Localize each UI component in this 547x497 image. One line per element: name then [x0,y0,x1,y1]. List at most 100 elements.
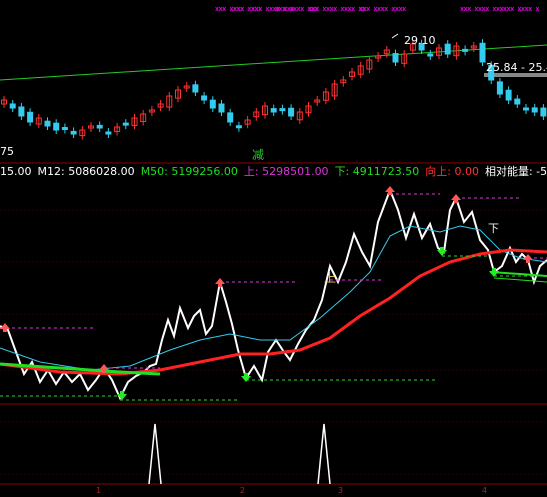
m12-line [0,225,547,371]
signal-marker [215,6,219,12]
signal-marker [293,6,297,12]
indicator-legend: 15.00 M12: 5086028.00 M50: 5199256.00 上: 52… [0,165,547,179]
signal-marker [351,6,356,12]
signal-marker [240,6,245,12]
reduce-signal-label[interactable]: 减 [252,149,264,162]
signal-marker [492,6,497,12]
signal-marker [384,6,389,12]
left-edge-price-label: 75 [0,145,14,158]
signal-marker [229,6,234,12]
signal-marker [322,6,327,12]
signal-marker [340,6,345,12]
upper-annotation: 上 [324,271,337,285]
candlestick [427,53,434,57]
candlestick [53,122,60,131]
signal-marker [503,6,507,12]
chart-canvas[interactable] [0,0,547,492]
legend-lower: 下: 4911723.50 [334,165,420,178]
candlestick [122,122,129,126]
signal-marker [467,6,472,12]
signal-marker [366,6,371,12]
candlestick [523,107,529,111]
candlestick [279,108,286,112]
signal-marker [296,6,301,12]
signal-marker [380,6,385,12]
axis-mark-4: 4 [482,486,488,495]
candlestick [514,98,521,105]
m50-line [0,248,547,376]
trend-line [391,33,399,39]
signal-marker [517,6,522,12]
signal-marker [528,6,533,12]
legend-first: 15.00 [0,165,32,178]
signal-marker [258,6,263,12]
candlestick [288,107,295,117]
candlestick [96,124,103,129]
signal-marker [510,6,515,12]
signal-marker [265,6,270,12]
candlestick [270,108,277,113]
legend-to-upper: 向上: 0.00 [425,165,479,178]
signal-spike [148,423,162,485]
axis-mark-3: 3 [338,486,344,495]
signal-marker [300,6,305,12]
signal-marker [222,6,227,12]
signal-marker [402,6,407,12]
candlestick [209,99,216,109]
candlestick [201,95,208,101]
signal-marker [247,6,252,12]
signal-marker [463,6,468,12]
signal-marker [269,6,273,12]
signal-marker [326,6,330,12]
candlestick [531,107,538,113]
signal-marker [478,6,482,12]
candlestick [18,106,25,117]
signal-marker [233,6,237,12]
range-price-label: 25.84 - 25.4 [486,61,547,74]
bottom-panel [148,423,331,485]
candlestick [444,43,451,55]
signal-marker [398,6,403,12]
indicator-panel [0,186,547,475]
signal-marker [395,6,399,12]
candlestick [392,53,399,63]
signal-marker [485,6,490,12]
candlestick [192,84,199,93]
signal-marker [278,6,283,12]
legend-m12: M12: 5086028.00 [37,165,135,178]
candlestick [61,127,68,131]
signal-marker [251,6,255,12]
axis-mark-2: 2 [240,486,246,495]
legend-m50: M50: 5199256.00 [140,165,238,178]
candlestick [218,103,225,113]
legend-upper: 上: 5298501.00 [243,165,329,178]
signal-marker [524,6,529,12]
up-arrow-marker [385,186,395,195]
signal-marker [460,6,464,12]
signal-marker [506,6,511,12]
signal-marker [499,6,504,12]
band-line [493,277,547,283]
candlestick [9,103,16,109]
chart-window: 29.10 25.84 - 25.4 75 减 15.00 M12: 508602… [0,0,547,495]
signal-marker [481,6,486,12]
signal-marker [347,6,352,12]
candlestick [105,131,112,135]
lower-annotation: 下 [488,222,499,235]
price-panel [0,6,547,485]
candlestick [27,111,34,123]
candlestick [70,130,77,135]
candlestick [235,125,242,129]
signal-marker [344,6,348,12]
signal-marker [377,6,381,12]
signal-marker [218,6,223,12]
signal-marker [535,6,540,12]
signal-marker [254,6,259,12]
signal-marker [391,6,396,12]
signal-marker [521,6,525,12]
candlestick [540,107,547,117]
candlestick [227,112,234,123]
candlestick [505,89,512,101]
up-arrow-marker [215,278,225,287]
legend-relative-energy: 相对能量: -5.8 [484,165,547,178]
